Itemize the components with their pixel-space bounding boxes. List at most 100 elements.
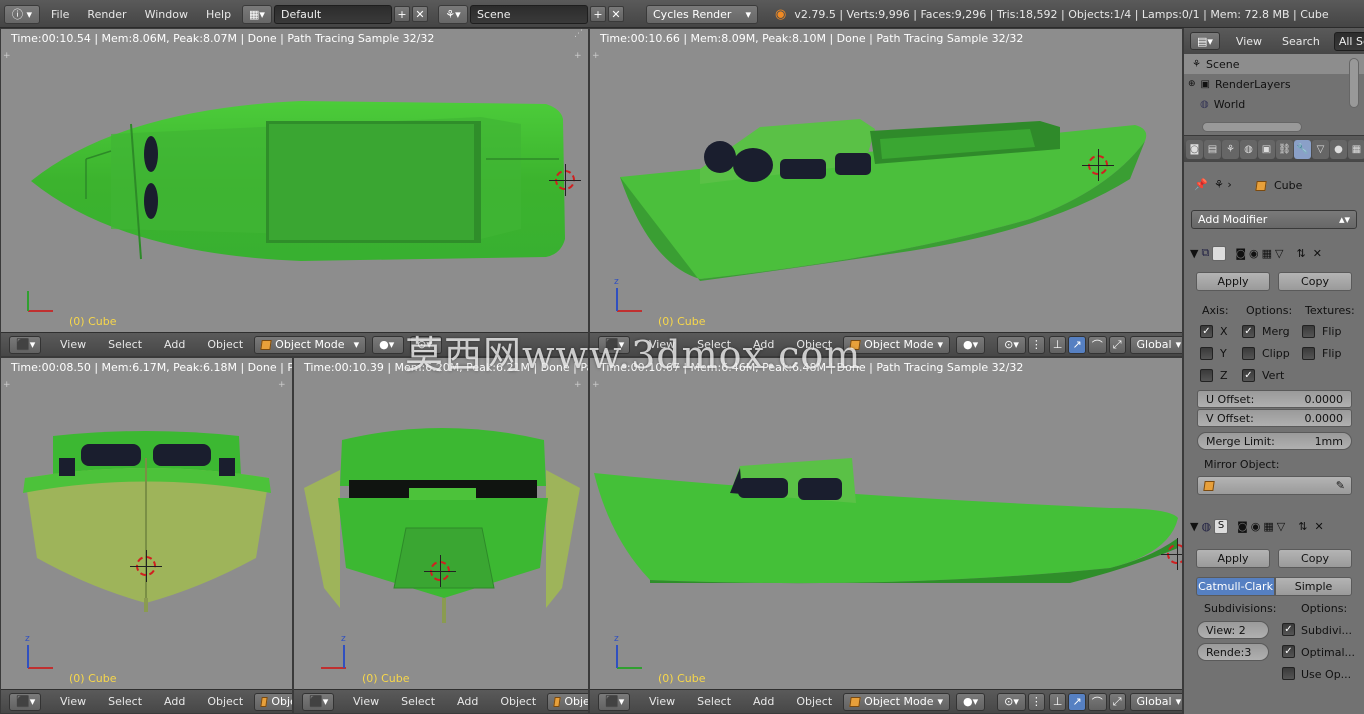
scale-icon[interactable]: ⤢	[1108, 335, 1126, 354]
flip-v-checkbox[interactable]	[1302, 347, 1315, 360]
menu-window[interactable]: Window	[136, 8, 197, 21]
render-layers-tab-icon[interactable]: ▤	[1204, 139, 1221, 159]
menu-select[interactable]: Select	[686, 338, 742, 351]
editmode-toggle-icon[interactable]: ▦	[1263, 520, 1273, 533]
simple-button[interactable]: Simple	[1275, 577, 1352, 596]
menu-object[interactable]: Object	[785, 695, 843, 708]
menu-view[interactable]: View	[1236, 35, 1262, 48]
data-tab-icon[interactable]: ▽	[1312, 139, 1329, 159]
mirror-copy-button[interactable]: Copy	[1278, 272, 1352, 291]
3d-cursor-icon[interactable]	[549, 164, 581, 196]
menu-add[interactable]: Add	[742, 695, 785, 708]
object-tab-icon[interactable]: ▣	[1258, 139, 1275, 159]
catmull-clark-button[interactable]: Catmull-Clark	[1196, 577, 1275, 596]
subsurf-copy-button[interactable]: Copy	[1278, 549, 1352, 568]
subsurf-apply-button[interactable]: Apply	[1196, 549, 1270, 568]
3d-cursor-icon[interactable]	[424, 555, 456, 587]
3d-cursor-icon[interactable]	[130, 550, 162, 582]
scale-icon[interactable]: ⤢	[1108, 692, 1126, 711]
clipping-checkbox[interactable]	[1242, 347, 1255, 360]
translate-icon[interactable]: ↗	[1068, 335, 1086, 354]
expand-icon[interactable]: ⊕	[1188, 79, 1196, 89]
eyedropper-icon[interactable]: ✎	[1336, 479, 1345, 492]
menu-view[interactable]: View	[49, 695, 97, 708]
use-opensubdiv-checkbox[interactable]	[1282, 667, 1295, 680]
screen-layout-icon[interactable]: ▦▾	[242, 4, 272, 24]
flip-u-checkbox[interactable]	[1302, 325, 1315, 338]
axis-y-checkbox[interactable]	[1200, 347, 1213, 360]
close-icon[interactable]: ✕	[1314, 520, 1323, 533]
optimal-display-checkbox[interactable]: ✓	[1282, 645, 1295, 658]
viewport-front[interactable]: Time:00:08.50 | Mem:6.17M, Peak:6.18M | …	[0, 357, 293, 714]
mode-select[interactable]: Object	[254, 692, 292, 711]
menu-help[interactable]: Help	[197, 8, 240, 21]
outliner-hscrollbar[interactable]	[1202, 122, 1302, 132]
orientation-select[interactable]: Global ▾	[1129, 335, 1182, 354]
cage-toggle-icon[interactable]: ▽	[1277, 520, 1285, 533]
menu-add[interactable]: Add	[742, 338, 785, 351]
collapse-icon[interactable]: ▼	[1190, 247, 1198, 260]
editor-type-button[interactable]: ⬛▾	[598, 335, 630, 354]
menu-view[interactable]: View	[638, 695, 686, 708]
delete-layout-icon[interactable]: ✕	[412, 6, 428, 22]
editmode-toggle-icon[interactable]: ▦	[1262, 247, 1272, 260]
render-toggle-icon[interactable]: ◙	[1235, 247, 1246, 260]
outliner-item-world[interactable]: ◍ World	[1184, 94, 1364, 114]
3d-cursor-icon[interactable]	[1082, 149, 1114, 181]
viewport-top[interactable]: Time:00:10.54 | Mem:8.06M, Peak:8.07M | …	[0, 28, 589, 357]
axis-z-checkbox[interactable]	[1200, 369, 1213, 382]
add-modifier-select[interactable]: Add Modifier ▴▾	[1191, 210, 1357, 229]
collapse-icon[interactable]: ▼	[1190, 520, 1198, 533]
editor-type-button[interactable]: ▤▾	[1190, 32, 1220, 50]
transform-gizmo-icon[interactable]: ⊥	[1048, 692, 1067, 711]
mode-select[interactable]: Object	[547, 692, 588, 711]
orientation-select[interactable]: Global ▾	[1129, 692, 1182, 711]
render-toggle-icon[interactable]: ◙	[1237, 520, 1248, 533]
layers-icon[interactable]: ⋮	[1027, 692, 1045, 711]
scene-field[interactable]: Scene	[470, 4, 588, 24]
mode-select[interactable]: Object Mode ▾	[254, 335, 367, 354]
viewport-perspective[interactable]: Time:00:10.66 | Mem:8.09M, Peak:8.10M | …	[589, 28, 1183, 357]
menu-object[interactable]: Object	[196, 338, 254, 351]
menu-search[interactable]: Search	[1282, 35, 1320, 48]
menu-add[interactable]: Add	[446, 695, 489, 708]
v-offset-field[interactable]: V Offset: 0.0000	[1197, 409, 1352, 427]
pivot-select[interactable]: ⊙▾	[997, 692, 1026, 711]
modifier-name-field[interactable]: S	[1214, 518, 1229, 534]
mirror-object-field[interactable]: ✎	[1197, 476, 1352, 495]
translate-icon[interactable]: ↗	[1068, 692, 1086, 711]
rotate-icon[interactable]: ⌒	[1087, 692, 1107, 711]
editor-type-button[interactable]: ⬛▾	[9, 692, 41, 711]
shading-select[interactable]: ●▾	[372, 335, 405, 354]
u-offset-field[interactable]: U Offset: 0.0000	[1197, 390, 1352, 408]
delete-scene-icon[interactable]: ✕	[608, 6, 624, 22]
merge-checkbox[interactable]: ✓	[1242, 325, 1255, 338]
shading-select[interactable]: ●▾	[956, 335, 986, 354]
move-updown-icon[interactable]: ⇅	[1298, 520, 1307, 533]
outliner-vscrollbar[interactable]	[1349, 58, 1359, 108]
close-icon[interactable]: ✕	[1313, 247, 1322, 260]
viewport-toggle-icon[interactable]: ◉	[1249, 247, 1259, 260]
outliner-item-renderlayers[interactable]: ⊕ ▣ RenderLayers	[1184, 74, 1364, 94]
viewport-side[interactable]: Time:00:10.67 | Mem:6.46M, Peak:6.48M | …	[589, 357, 1183, 714]
constraints-tab-icon[interactable]: ⛓	[1276, 139, 1293, 159]
render-engine-select[interactable]: Cycles Render ▾	[646, 4, 758, 24]
menu-select[interactable]: Select	[97, 695, 153, 708]
viewport-toggle-icon[interactable]: ◉	[1251, 520, 1261, 533]
editor-type-button[interactable]: ⬛▾	[598, 692, 630, 711]
mode-select[interactable]: Object Mode ▾	[843, 692, 950, 711]
vertex-groups-checkbox[interactable]: ✓	[1242, 369, 1255, 382]
add-scene-icon[interactable]: +	[590, 6, 606, 22]
3d-cursor-icon[interactable]	[1161, 538, 1182, 570]
subdivide-uvs-checkbox[interactable]: ✓	[1282, 623, 1295, 636]
transform-gizmo-icon[interactable]: ⊥	[1048, 335, 1067, 354]
shading-select[interactable]: ●▾	[956, 692, 986, 711]
outliner-item-scene[interactable]: ⚘ Scene	[1184, 54, 1364, 74]
menu-object[interactable]: Object	[785, 338, 843, 351]
layers-icon[interactable]: ⋮	[1027, 335, 1045, 354]
axis-x-checkbox[interactable]: ✓	[1200, 325, 1213, 338]
menu-select[interactable]: Select	[390, 695, 446, 708]
modifier-name-field[interactable]	[1212, 245, 1227, 261]
editor-type-button[interactable]: ⬛▾	[9, 335, 41, 354]
texture-tab-icon[interactable]: ▦	[1348, 139, 1364, 159]
